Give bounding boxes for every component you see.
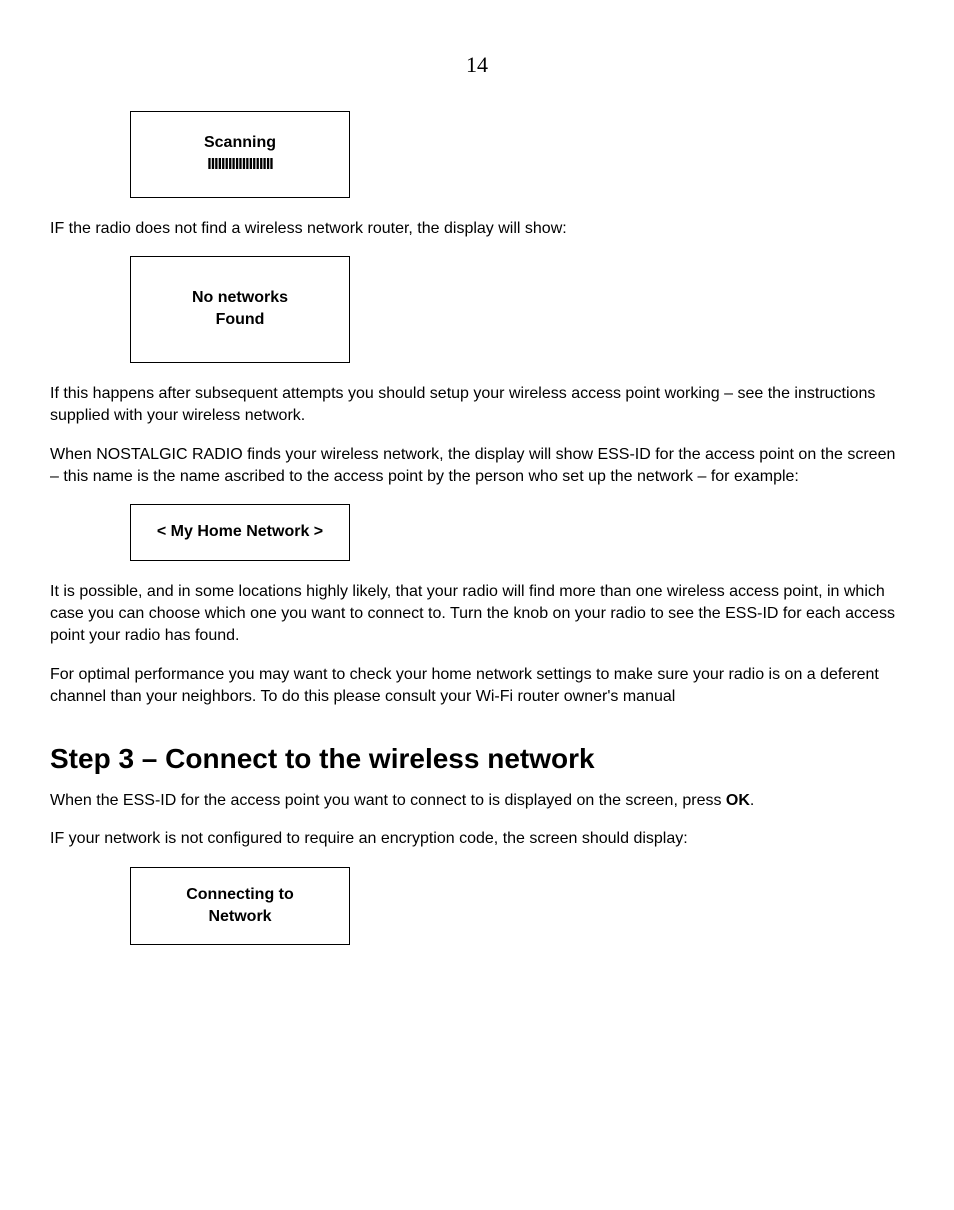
text-run: . [750,792,754,809]
paragraph: When the ESS-ID for the access point you… [50,790,904,812]
ok-key: OK [726,792,750,809]
screen-line: Scanning [141,132,339,154]
screen-line: No networks [141,287,339,309]
paragraph: It is possible, and in some locations hi… [50,581,904,648]
paragraph: When NOSTALGIC RADIO finds your wireless… [50,444,904,489]
page-number: 14 [50,50,904,81]
screen-scanning: Scanning IIIIIIIIIIIIIIIIIII [130,111,350,198]
screen-line: Found [141,309,339,331]
screen-essid: < My Home Network > [130,504,350,560]
screen-line: < My Home Network > [141,521,339,543]
text-run: When the ESS-ID for the access point you… [50,792,726,809]
screen-line: Network [141,906,339,928]
screen-line: Connecting to [141,884,339,906]
screen-line-progress: IIIIIIIIIIIIIIIIIII [141,154,339,176]
paragraph: IF your network is not configured to req… [50,828,904,850]
paragraph: IF the radio does not find a wireless ne… [50,218,904,240]
screen-no-networks: No networks Found [130,256,350,363]
paragraph: For optimal performance you may want to … [50,664,904,709]
heading-step3: Step 3 – Connect to the wireless network [50,739,904,778]
paragraph: If this happens after subsequent attempt… [50,383,904,428]
screen-connecting: Connecting to Network [130,867,350,946]
